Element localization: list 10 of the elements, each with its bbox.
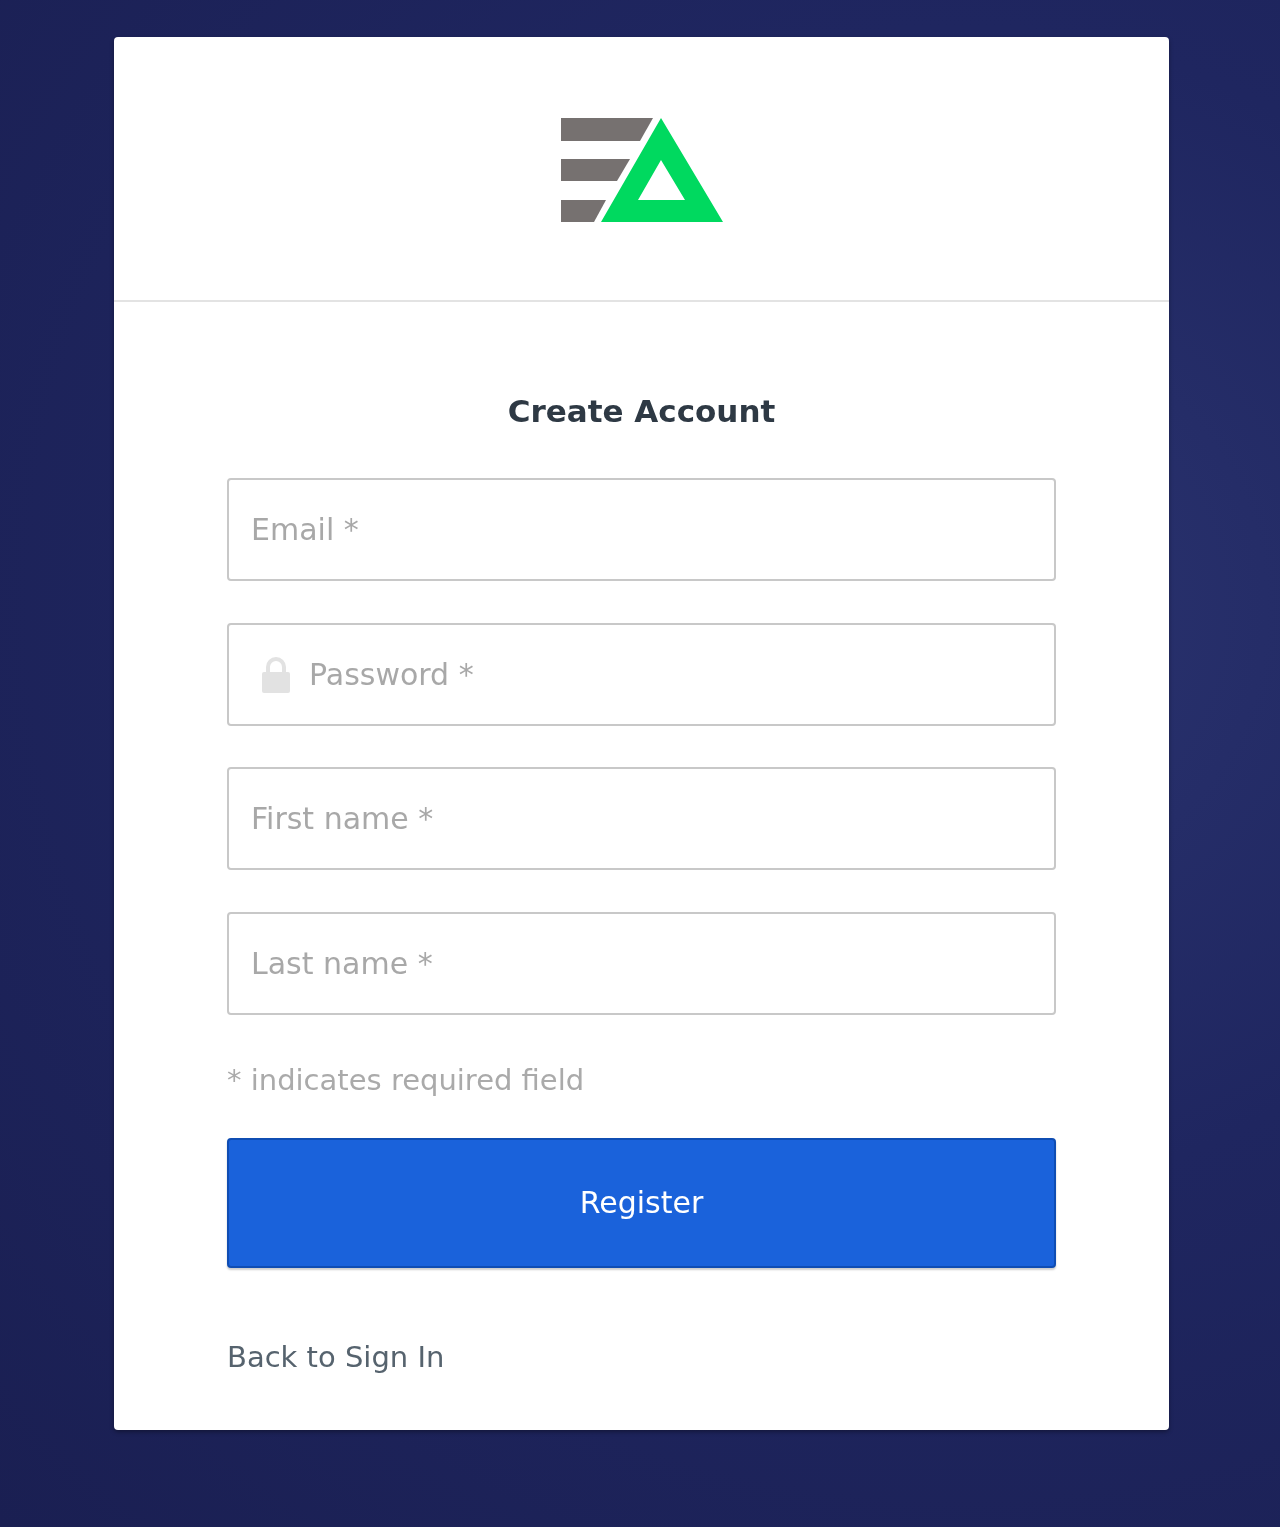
form-title: Create Account (506, 392, 777, 431)
text-field[interactable]: Last name * (227, 911, 1056, 1015)
email-field[interactable]: Email * (227, 478, 1056, 581)
register-button[interactable]: Register (227, 1137, 1056, 1268)
logo-icon (560, 118, 723, 222)
back-link[interactable]: Back to Sign In (227, 1336, 445, 1377)
required-note: * indicates required field (227, 1061, 586, 1099)
password-field[interactable]: Password * (227, 622, 1056, 726)
text-field[interactable]: First name * (227, 767, 1056, 870)
lock-icon (262, 656, 290, 693)
